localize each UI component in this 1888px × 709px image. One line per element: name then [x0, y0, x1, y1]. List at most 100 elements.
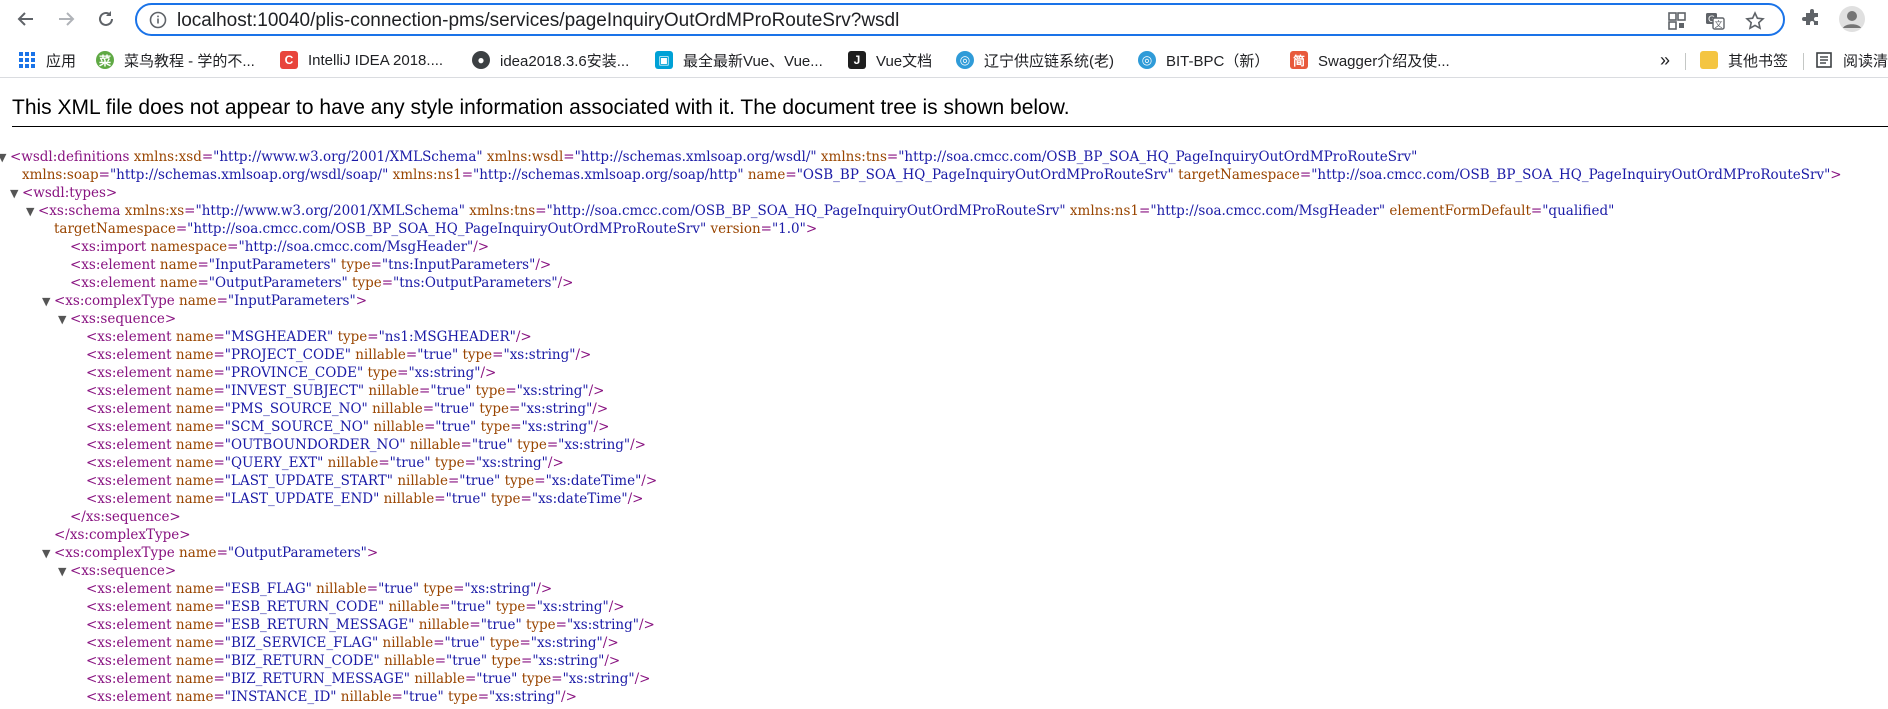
xml-attr-name: xmlns:ns1 [1069, 203, 1140, 219]
xml-attr-name: type [434, 455, 465, 471]
xml-attr-value: "OutputParameters" [227, 545, 367, 561]
xml-line[interactable]: ▼ <wsdl:types> [10, 184, 117, 202]
profile-avatar-icon[interactable] [1838, 5, 1866, 33]
xml-tag: = [227, 239, 239, 255]
xml-tag: <xs:import [70, 239, 151, 255]
xml-tag: /> [593, 419, 610, 435]
xml-attr-value: "http://soa.cmcc.com/MsgHeader" [238, 239, 474, 255]
xml-attr-value: "xs:dateTime" [545, 473, 642, 489]
xml-tag: = [213, 689, 225, 705]
info-icon[interactable] [149, 11, 167, 29]
xml-line[interactable]: ▼ <xs:complexType name="InputParameters"> [42, 292, 367, 310]
xml-tag: = [469, 617, 481, 633]
bookmark-bit-bpc[interactable]: ◎ BIT-BPC（新） [1138, 49, 1269, 71]
xml-attr-name: xmlns:ns1 [392, 167, 462, 183]
bookmark-intellij[interactable]: C IntelliJ IDEA 2018.... [280, 49, 443, 71]
bookmarks-overflow-button[interactable]: » [1660, 49, 1670, 71]
xml-line[interactable]: ▼ <wsdl:definitions xmlns:xsd="http://www… [0, 148, 1417, 166]
xml-attr-name: type [462, 347, 493, 363]
xml-attr-value: "xs:string" [562, 671, 635, 687]
xml-attr-name: nillable [382, 635, 434, 651]
xml-attr-value: "OUTBOUNDORDER_NO" [224, 437, 406, 453]
xml-attr-name: name [175, 617, 214, 633]
xml-tag: = [213, 329, 225, 345]
xml-tag: = [460, 437, 472, 453]
xml-line: <xs:element name="BIZ_SERVICE_FLAG" nill… [86, 634, 619, 652]
collapse-toggle-icon[interactable]: ▼ [10, 185, 22, 203]
xml-attr-value: "true" [459, 473, 501, 489]
xml-tag: /> [634, 671, 651, 687]
xml-tag: = [213, 383, 225, 399]
xml-tag: = [367, 329, 379, 345]
xml-attr-name: xmlns:soap [22, 167, 99, 183]
xml-tag: /> [588, 383, 605, 399]
collapse-toggle-icon[interactable]: ▼ [42, 545, 54, 563]
xml-attr-name: name [175, 401, 214, 417]
xml-line: <xs:element name="MSGHEADER" type="ns1:M… [86, 328, 532, 346]
xml-tag: <xs:element [86, 581, 176, 597]
forward-arrow-icon[interactable] [52, 5, 80, 33]
xml-attr-value: "qualified" [1542, 203, 1615, 219]
bookmark-idea-install[interactable]: ● idea2018.3.6安装... [472, 49, 629, 71]
xml-attr-value: "true" [445, 491, 487, 507]
reading-list-button[interactable]: 阅读清 [1815, 49, 1888, 71]
collapse-toggle-icon[interactable]: ▼ [58, 563, 70, 581]
xml-line[interactable]: ▼ <xs:sequence> [58, 562, 176, 580]
xml-tag: <xs:sequence> [70, 563, 177, 579]
bookmark-apps[interactable]: 应用 [18, 49, 76, 71]
xml-tag: = [464, 455, 476, 471]
extensions-puzzle-icon[interactable] [1800, 7, 1824, 31]
xml-attr-name: nillable [397, 473, 448, 489]
xml-attr-value: "xs:string" [503, 347, 576, 363]
xml-tag: <wsdl:types> [22, 185, 118, 201]
bookmark-runoob[interactable]: 菜 菜鸟教程 - 学的不... [96, 49, 255, 71]
xml-line: <xs:element name="PMS_SOURCE_NO" nillabl… [86, 400, 608, 418]
address-bar[interactable]: localhost:10040/plis-connection-pms/serv… [135, 3, 1785, 36]
reload-icon[interactable] [92, 5, 120, 33]
collapse-toggle-icon[interactable]: ▼ [0, 149, 10, 167]
xml-tag: = [391, 689, 403, 705]
xml-attr-name: type [504, 473, 535, 489]
xml-line[interactable]: ▼ <xs:schema xmlns:xs="http://www.w3.org/… [26, 202, 1614, 220]
collapse-toggle-icon[interactable]: ▼ [42, 293, 54, 311]
collapse-toggle-icon[interactable]: ▼ [26, 203, 38, 221]
xml-line[interactable]: ▼ <xs:complexType name="OutputParameters"… [42, 544, 378, 562]
xml-tag: /> [473, 239, 490, 255]
xml-attr-value: "http://www.w3.org/2001/XMLSchema" [195, 203, 465, 219]
bookmark-liaoning-scm[interactable]: ◎ 辽宁供应链系统(老) [956, 49, 1114, 71]
xml-tag: = [397, 365, 409, 381]
xml-tag: = [433, 635, 445, 651]
bookmark-vue-docs[interactable]: J Vue文档 [848, 49, 932, 71]
xml-attr-value: "MSGHEADER" [224, 329, 334, 345]
xml-tag: /> [536, 581, 553, 597]
translate-icon[interactable]: G文 [1705, 11, 1725, 31]
qr-code-icon[interactable] [1667, 11, 1687, 31]
bookmark-vue-latest[interactable]: ▣ 最全最新Vue、Vue... [655, 49, 823, 71]
xml-line[interactable]: ▼ <xs:sequence> [58, 310, 176, 328]
bookmark-star-icon[interactable] [1745, 11, 1765, 31]
xml-tag: = [555, 617, 567, 633]
xml-attr-value: "xs:string" [464, 581, 537, 597]
xml-tag: = [505, 383, 517, 399]
other-bookmarks-folder[interactable]: 其他书签 [1700, 49, 1788, 71]
xml-attr-name: xmlns:tns [469, 203, 536, 219]
xml-tag: = [213, 671, 225, 687]
xml-tag: /> [627, 491, 644, 507]
url-text: localhost:10040/plis-connection-pms/serv… [177, 10, 900, 31]
bookmark-swagger[interactable]: 简 Swagger介绍及使... [1290, 49, 1450, 71]
xml-tag: = [419, 383, 431, 399]
xml-tag: = [213, 347, 225, 363]
xml-attr-name: nillable [372, 401, 423, 417]
xml-attr-name: name [179, 545, 217, 561]
xml-attr-name: targetNamespace [1178, 167, 1300, 183]
back-arrow-icon[interactable] [12, 5, 40, 33]
xml-attr-value: "tns:OutputParameters" [393, 275, 558, 291]
xml-tag: /> [641, 473, 658, 489]
xml-tag: /> [480, 365, 497, 381]
collapse-toggle-icon[interactable]: ▼ [58, 311, 70, 329]
xml-line: <xs:element name="BIZ_RETURN_CODE" nilla… [86, 652, 620, 670]
xml-attr-name: name [175, 689, 214, 705]
xml-tag: = [534, 473, 546, 489]
xml-tag: /> [638, 617, 655, 633]
xml-tag: = [1530, 203, 1543, 219]
